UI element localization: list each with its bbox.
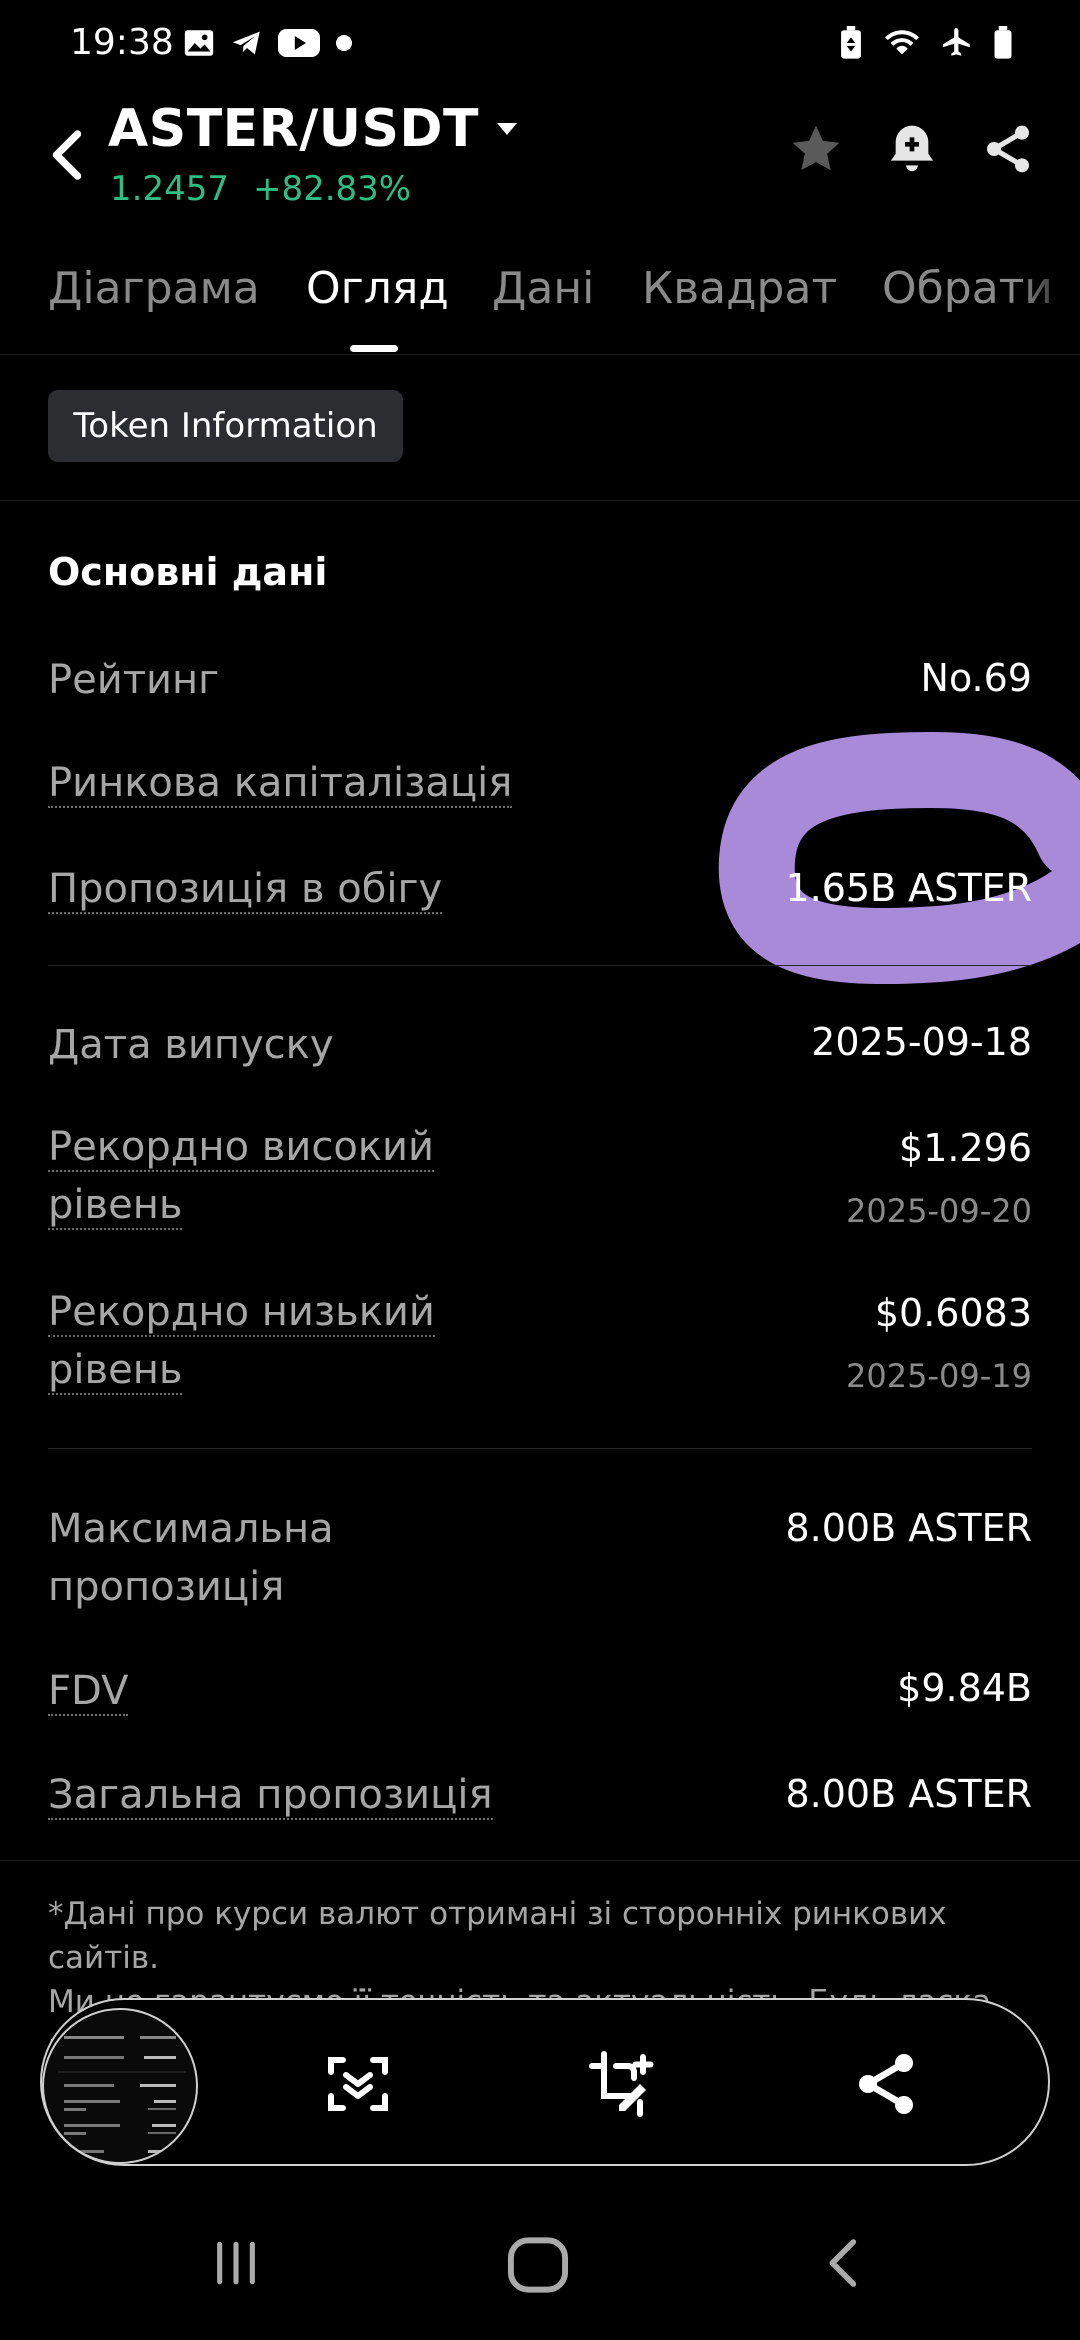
dot-icon xyxy=(336,35,352,51)
rank-value: No.69 xyxy=(920,656,1032,700)
back-arrow-icon[interactable] xyxy=(42,125,92,185)
pair-selector[interactable]: ASTER/USDT xyxy=(108,99,519,159)
telegram-icon xyxy=(232,31,260,55)
scroll-capture-icon[interactable] xyxy=(322,2048,394,2120)
section-title: Основні дані xyxy=(48,550,328,594)
tab-chart[interactable]: Діаграма xyxy=(48,263,260,314)
battery-icon xyxy=(994,26,1012,59)
airplane-icon xyxy=(942,28,970,56)
pair-title: ASTER/USDT xyxy=(108,99,480,159)
back-icon[interactable] xyxy=(816,2235,872,2291)
price-change: +82.83% xyxy=(252,169,412,209)
status-bar: 19:38 xyxy=(0,0,1080,90)
screenshot-thumbnail[interactable] xyxy=(42,2008,198,2164)
header: ASTER/USDT 1.2457 +82.83% xyxy=(0,95,1080,225)
scribble-annotation xyxy=(718,732,1080,985)
total-supply-label[interactable]: Загальна пропозиція xyxy=(48,1766,493,1824)
rank-label: Рейтинг xyxy=(48,657,220,703)
ath-label[interactable]: Рекордно високий рівень xyxy=(48,1118,434,1234)
gallery-icon xyxy=(184,30,214,56)
star-icon[interactable] xyxy=(788,121,844,177)
share-icon[interactable] xyxy=(850,2048,922,2120)
youtube-icon xyxy=(278,29,320,57)
ath-date: 2025-09-20 xyxy=(846,1192,1032,1230)
tab-overview[interactable]: Огляд xyxy=(306,263,449,314)
fdv-value: $9.84B xyxy=(897,1666,1032,1710)
battery-saver-icon xyxy=(841,26,861,59)
max-supply-value: 8.00B ASTER xyxy=(785,1506,1033,1550)
last-price: 1.2457 xyxy=(110,169,229,209)
circulating-supply-label[interactable]: Пропозиція в обігу xyxy=(48,860,443,918)
circulating-supply-value-overlay: 1.65B ASTER xyxy=(785,866,1033,910)
tab-square[interactable]: Квадрат xyxy=(642,263,837,314)
status-time: 19:38 xyxy=(70,22,174,63)
wifi-icon xyxy=(885,30,919,55)
token-information-chip[interactable]: Token Information xyxy=(48,390,403,462)
fdv-label[interactable]: FDV xyxy=(48,1662,129,1720)
max-supply-label: Максимальна пропозиція xyxy=(48,1506,334,1610)
crop-edit-icon[interactable] xyxy=(586,2048,658,2120)
recents-icon[interactable] xyxy=(208,2235,264,2291)
issue-date-label: Дата випуску xyxy=(48,1022,334,1068)
tab-data[interactable]: Дані xyxy=(492,263,594,314)
atl-date: 2025-09-19 xyxy=(846,1357,1032,1395)
atl-value: $0.6083 xyxy=(874,1291,1032,1335)
bell-plus-icon[interactable] xyxy=(884,121,940,177)
share-icon[interactable] xyxy=(980,121,1036,177)
home-icon[interactable] xyxy=(506,2235,570,2295)
atl-label[interactable]: Рекордно низький рівень xyxy=(48,1283,435,1399)
active-tab-indicator xyxy=(350,345,398,352)
price-line: 1.2457 +82.83% xyxy=(110,169,411,209)
issue-date-value: 2025-09-18 xyxy=(811,1020,1032,1064)
total-supply-value: 8.00B ASTER xyxy=(785,1772,1033,1816)
caret-down-icon xyxy=(497,123,518,135)
market-cap-label[interactable]: Ринкова капіталізація xyxy=(48,754,513,812)
ath-value: $1.296 xyxy=(899,1126,1032,1170)
tab-bar: Діаграма Огляд Дані Квадрат Обрати xyxy=(0,255,1080,355)
